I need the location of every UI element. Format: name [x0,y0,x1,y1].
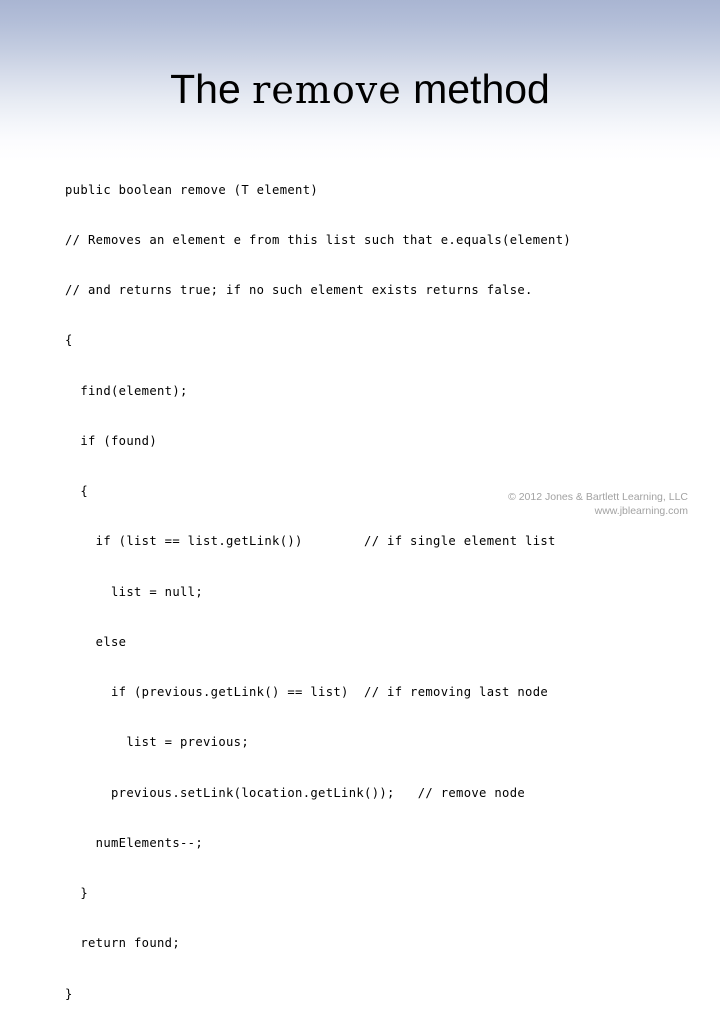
code-line: return found; [65,936,181,951]
footer-attribution: © 2012 Jones & Bartlett Learning, LLC ww… [508,490,688,518]
code-block: public boolean remove (T element) // Rem… [65,148,665,1036]
code-line: { [65,333,73,348]
code-line: previous.setLink(location.getLink()); //… [65,785,526,800]
code-line: } [65,986,73,1001]
code-line: else [65,634,127,649]
code-line: } [65,886,89,900]
code-line: find(element); [65,383,188,398]
code-line: list = null; [65,584,204,599]
code-line: if (previous.getLink() == list) // if re… [65,685,549,699]
code-line: list = previous; [65,735,250,750]
slide-canvas: The remove method public boolean remove … [0,0,720,1001]
footer-copyright: © 2012 Jones & Bartlett Learning, LLC [508,491,688,503]
page-title: The remove method [0,65,720,114]
page-title-code-word: remove [252,68,402,113]
code-line: // Removes an element e from this list s… [65,232,572,247]
code-line: if (list == list.getLink()) // if single… [65,534,556,549]
code-line: if (found) [65,433,158,448]
code-line: // and returns true; if no such element … [65,283,533,297]
code-line: public boolean remove (T element) [65,182,319,197]
footer-website: www.jblearning.com [594,505,688,517]
code-line: numElements--; [65,835,204,850]
page-title-prefix: The [170,66,253,113]
page-title-suffix: method [401,66,550,113]
